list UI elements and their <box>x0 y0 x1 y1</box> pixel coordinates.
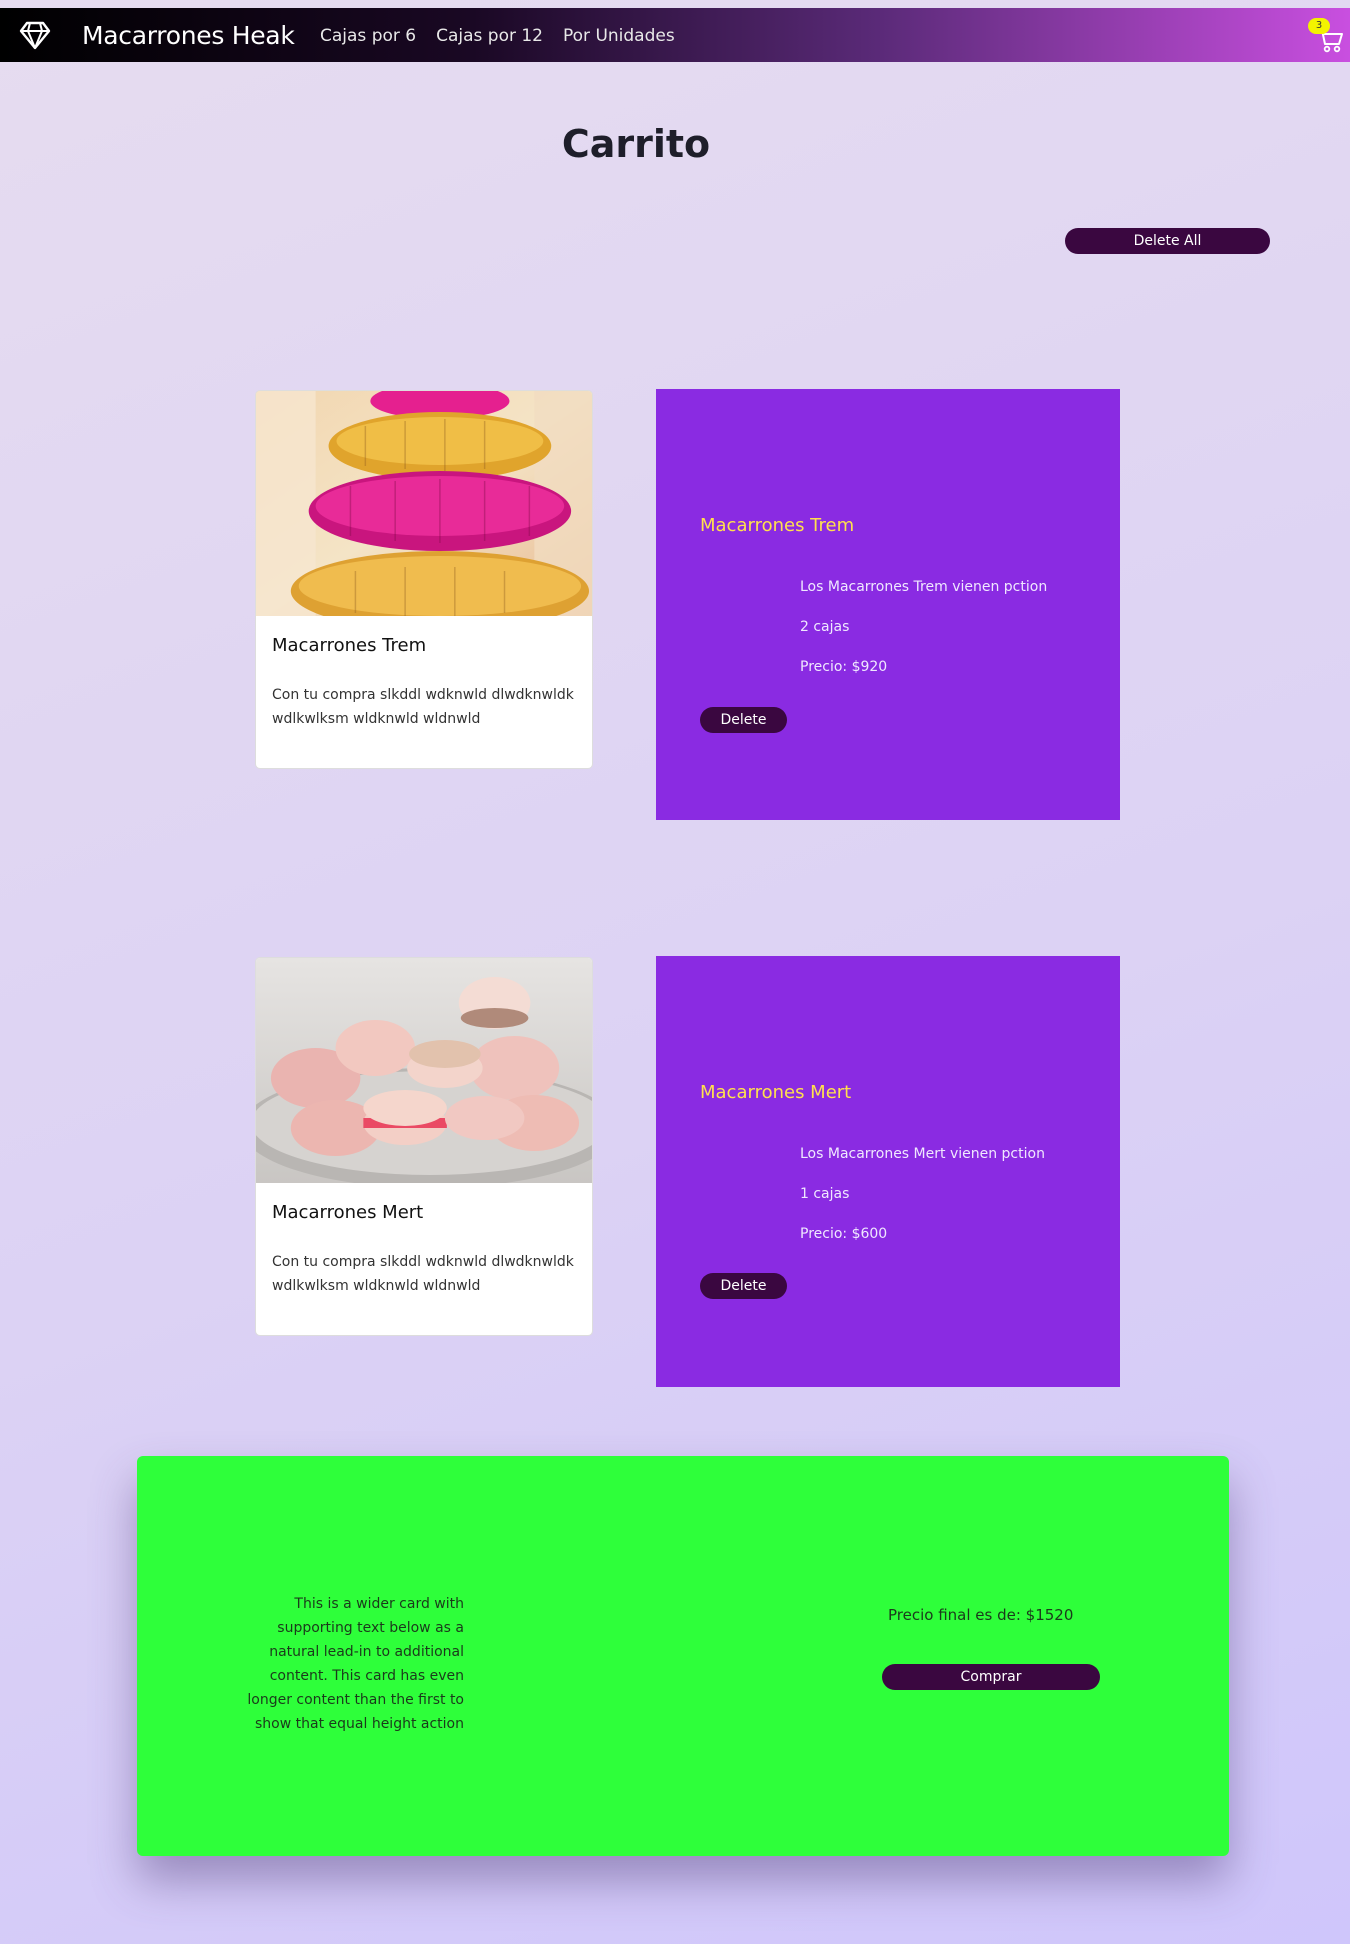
detail-title: Macarrones Trem <box>700 515 855 536</box>
detail-price: Precio: $600 <box>800 1226 888 1242</box>
cart-button[interactable]: 3 <box>1308 18 1346 58</box>
cart-item-detail: Macarrones Mert Los Macarrones Mert vien… <box>656 956 1120 1387</box>
detail-quantity: 2 cajas <box>800 619 850 635</box>
nav-link-cajas-12[interactable]: Cajas por 12 <box>436 26 543 46</box>
detail-description: Los Macarrones Mert vienen pction <box>800 1146 1045 1162</box>
navbar: Macarrones Heak Cajas por 6 Cajas por 12… <box>0 8 1350 62</box>
delete-all-button[interactable]: Delete All <box>1065 228 1270 254</box>
cart-item-detail: Macarrones Trem Los Macarrones Trem vien… <box>656 389 1120 820</box>
product-title: Macarrones Trem <box>272 635 427 656</box>
page-title: Carrito <box>561 122 711 166</box>
delete-item-button[interactable]: Delete <box>700 707 787 733</box>
nav-link-cajas-6[interactable]: Cajas por 6 <box>320 26 416 46</box>
product-title: Macarrones Mert <box>272 1202 424 1223</box>
nav-links: Cajas por 6 Cajas por 12 Por Unidades <box>320 26 675 46</box>
detail-description: Los Macarrones Trem vienen pction <box>800 579 1048 595</box>
brand-name[interactable]: Macarrones Heak <box>82 21 295 50</box>
product-description: Con tu compra slkddl wdknwld dlwdknwldk … <box>272 1254 574 1294</box>
nav-link-unidades[interactable]: Por Unidades <box>563 26 675 46</box>
product-description: Con tu compra slkddl wdknwld dlwdknwldk … <box>272 687 574 727</box>
detail-price: Precio: $920 <box>800 659 888 675</box>
product-image <box>256 958 592 1183</box>
order-summary-card: This is a wider card with supporting tex… <box>137 1456 1229 1856</box>
product-card: Macarrones Mert Con tu compra slkddl wdk… <box>255 957 593 1336</box>
final-price: Precio final es de: $1520 <box>888 1606 1074 1624</box>
cart-count-badge: 3 <box>1308 18 1330 34</box>
product-image <box>256 391 592 616</box>
detail-quantity: 1 cajas <box>800 1186 850 1202</box>
product-card: Macarrones Trem Con tu compra slkddl wdk… <box>255 390 593 769</box>
delete-item-button[interactable]: Delete <box>700 1273 787 1299</box>
summary-text: This is a wider card with supporting tex… <box>247 1596 464 1732</box>
detail-title: Macarrones Mert <box>700 1082 852 1103</box>
diamond-icon[interactable] <box>18 18 52 52</box>
buy-button[interactable]: Comprar <box>882 1664 1100 1690</box>
